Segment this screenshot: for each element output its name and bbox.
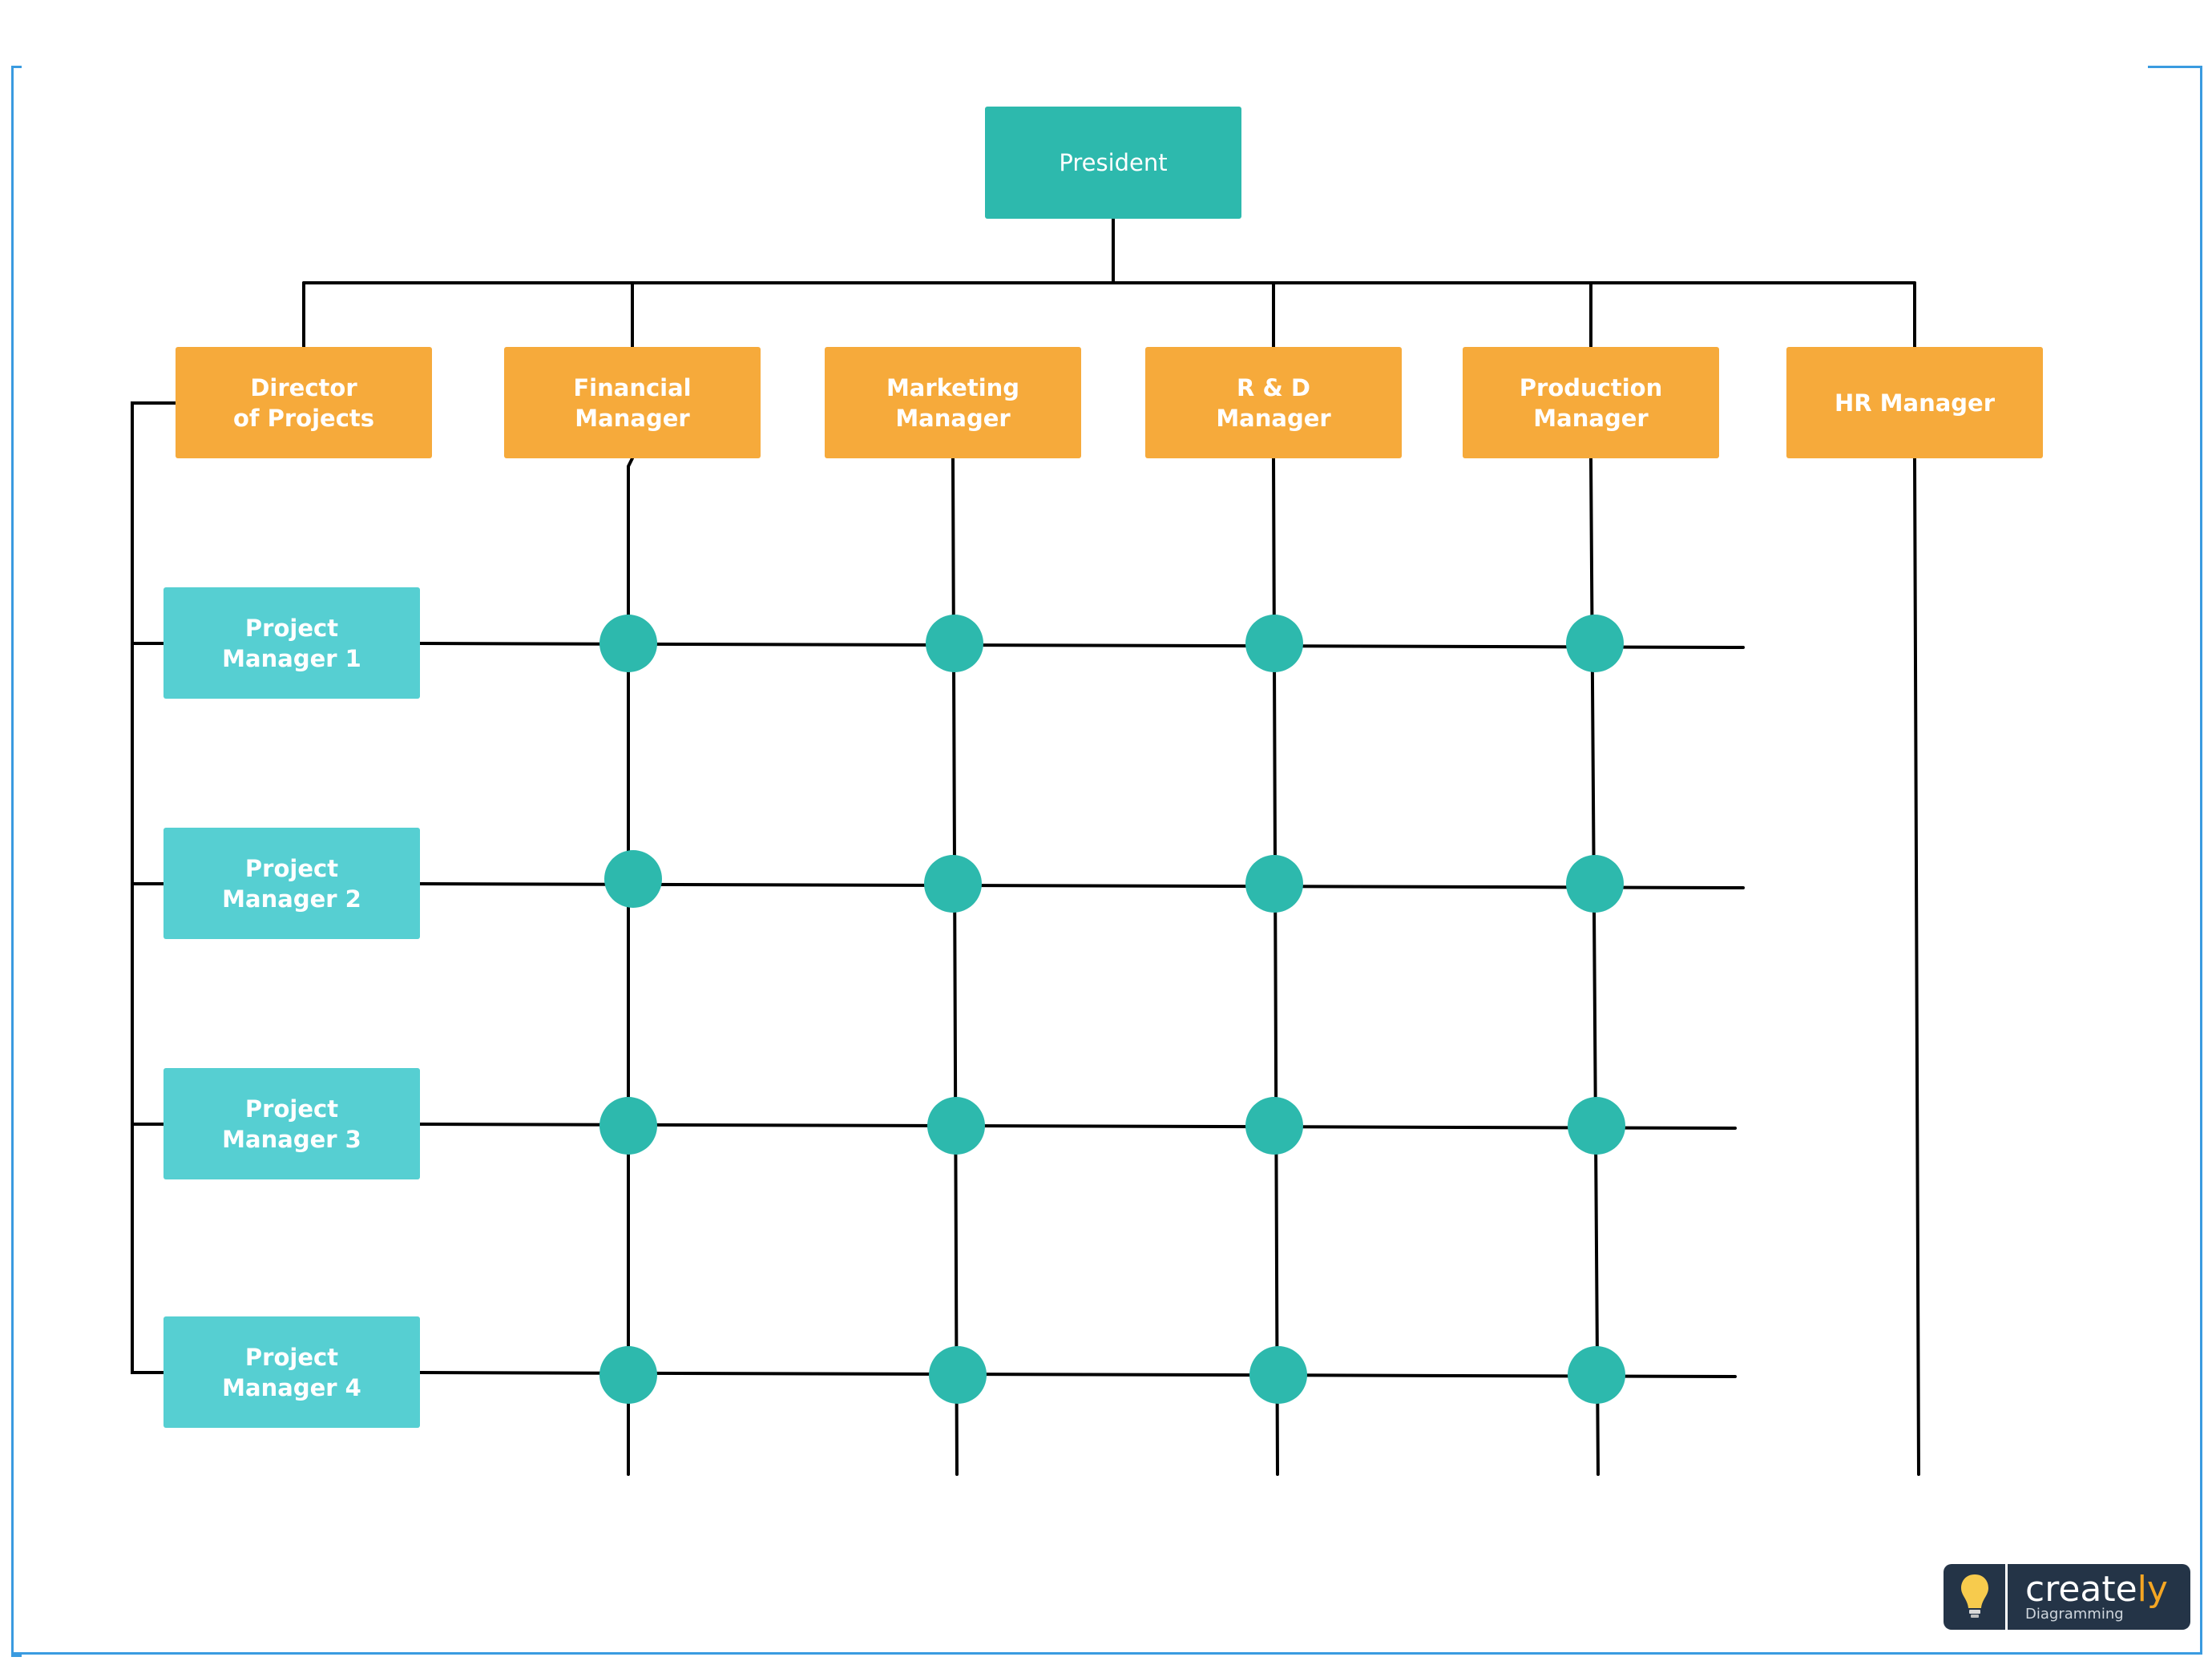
node-president[interactable]: President	[985, 107, 1241, 219]
column-production	[1589, 457, 1600, 1476]
column-hr	[1913, 457, 1920, 1476]
node-project-manager-4[interactable]: Project Manager 4	[163, 1316, 420, 1428]
junction-production-pm2[interactable]	[1566, 855, 1624, 913]
junction-marketing-pm3[interactable]	[927, 1097, 985, 1155]
node-financial-manager[interactable]: Financial Manager	[504, 347, 761, 458]
node-hr-manager[interactable]: HR Manager	[1786, 347, 2043, 458]
junction-financial-pm4[interactable]	[599, 1346, 657, 1404]
column-financial	[627, 457, 634, 1476]
node-label: Financial Manager	[573, 373, 692, 432]
node-label: Marketing Manager	[886, 373, 1020, 432]
junction-marketing-pm2[interactable]	[924, 855, 982, 913]
junction-rnd-pm3[interactable]	[1245, 1097, 1303, 1155]
node-marketing-manager[interactable]: Marketing Manager	[825, 347, 1081, 458]
junction-financial-pm1[interactable]	[599, 615, 657, 672]
column-rnd	[1272, 457, 1279, 1476]
brand-wordmark: creately	[2025, 1572, 2168, 1607]
column-marketing	[951, 457, 959, 1476]
brand-accent: ly	[2137, 1569, 2168, 1610]
node-label: Project Manager 3	[222, 1095, 361, 1153]
diagram-canvas: President Director of Projects Financial…	[0, 0, 2212, 1665]
creately-logo[interactable]: creately Diagramming	[1944, 1564, 2190, 1630]
node-rnd-manager[interactable]: R & D Manager	[1145, 347, 1402, 458]
node-label: Project Manager 1	[222, 614, 361, 672]
node-label: Project Manager 2	[222, 854, 361, 913]
junction-rnd-pm2[interactable]	[1245, 855, 1303, 913]
node-label: Production Manager	[1519, 373, 1663, 432]
junction-rnd-pm4[interactable]	[1249, 1346, 1307, 1404]
junction-production-pm3[interactable]	[1568, 1097, 1625, 1155]
node-production-manager[interactable]: Production Manager	[1463, 347, 1719, 458]
node-project-manager-2[interactable]: Project Manager 2	[163, 828, 420, 939]
junction-financial-pm2[interactable]	[604, 850, 662, 908]
node-project-manager-3[interactable]: Project Manager 3	[163, 1068, 420, 1179]
junction-marketing-pm1[interactable]	[926, 615, 983, 672]
junction-rnd-pm1[interactable]	[1245, 615, 1303, 672]
junction-production-pm4[interactable]	[1568, 1346, 1625, 1404]
node-label: Director of Projects	[232, 373, 375, 432]
junction-production-pm1[interactable]	[1566, 615, 1624, 672]
node-label: Project Manager 4	[222, 1343, 361, 1401]
node-label: HR Manager	[1834, 389, 1996, 417]
node-label: R & D Manager	[1216, 373, 1331, 432]
lightbulb-icon	[1944, 1564, 2008, 1630]
junction-marketing-pm4[interactable]	[929, 1346, 987, 1404]
node-project-manager-1[interactable]: Project Manager 1	[163, 587, 420, 699]
node-president-label: President	[1059, 149, 1168, 176]
node-director-of-projects[interactable]: Director of Projects	[176, 347, 432, 458]
brand-main: create	[2025, 1569, 2137, 1610]
junction-financial-pm3[interactable]	[599, 1097, 657, 1155]
